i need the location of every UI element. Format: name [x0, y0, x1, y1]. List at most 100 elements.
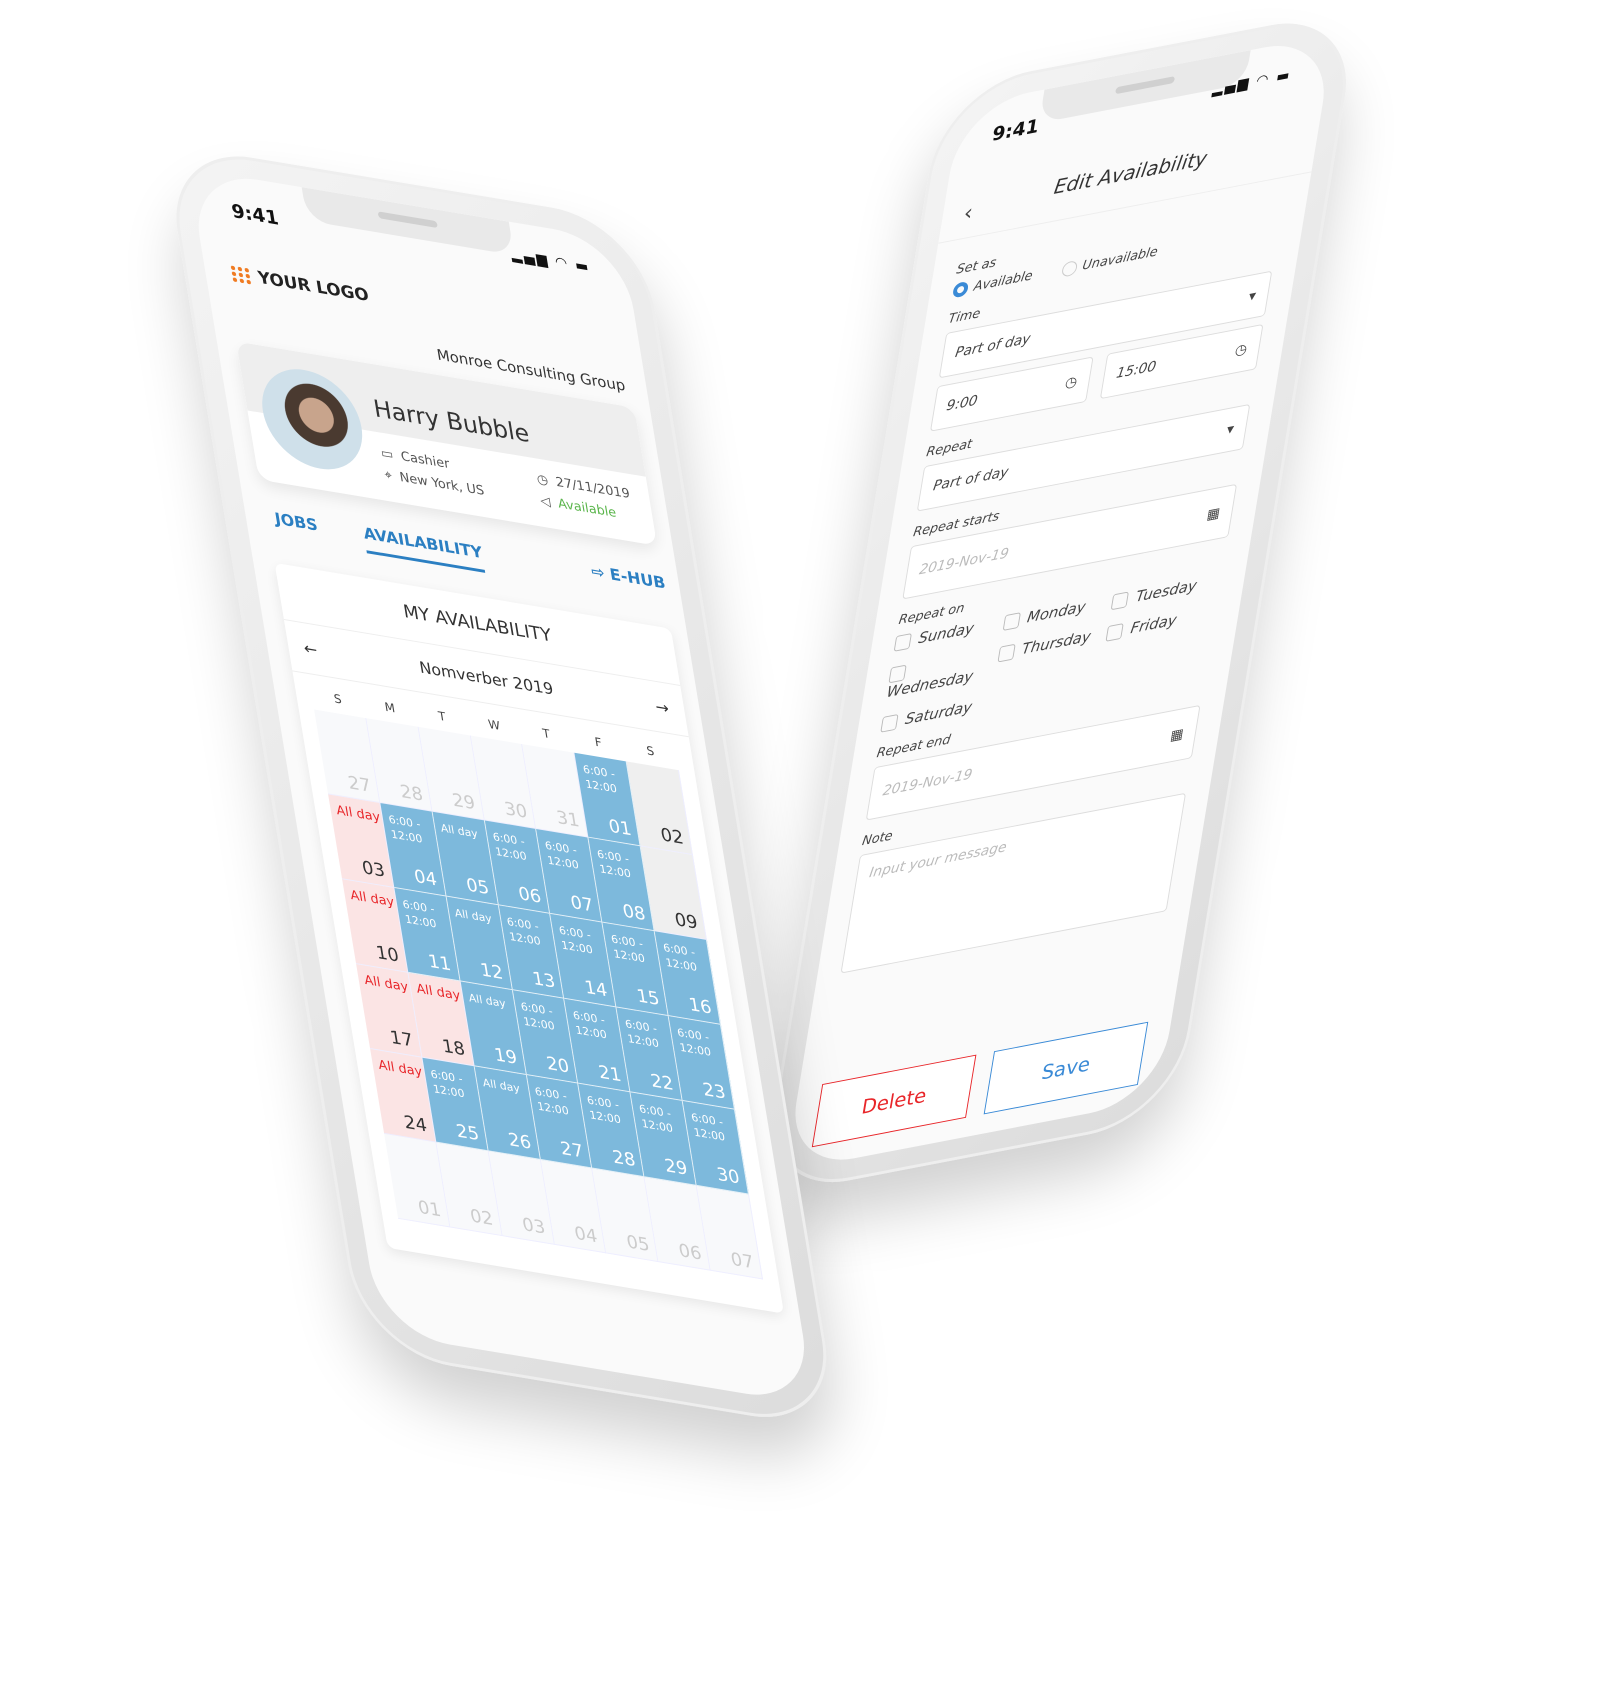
day-availability-label: 6:00 - 12:00	[387, 812, 424, 846]
input-value: 15:00	[1115, 358, 1158, 382]
tab-e-hub[interactable]: ⇨ E-HUB	[590, 561, 667, 592]
day-availability-label: All day	[377, 1057, 424, 1080]
day-number: 03	[520, 1214, 547, 1239]
role-text: Cashier	[399, 449, 451, 473]
day-availability-label: 6:00 - 12:00	[571, 1008, 608, 1042]
location-text: New York, US	[398, 470, 486, 499]
status-text: Available	[557, 496, 618, 521]
calendar-icon: ▦	[1169, 726, 1185, 745]
weekday-label: T	[437, 708, 447, 724]
signal-wifi-battery-icon: ▂▄▆ ◠ ▬	[509, 246, 592, 276]
day-availability-label: All day	[439, 821, 479, 841]
day-number: 17	[388, 1027, 415, 1052]
day-availability-label: 6:00 - 12:00	[533, 1084, 570, 1118]
day-number: 01	[607, 815, 634, 841]
day-number: 02	[659, 824, 686, 849]
screen: 9:41 ▂▄▆ ◠ ▬ ‹ Edit Availability Set as A…	[784, 34, 1335, 1172]
screen: 9:41 ▂▄▆ ◠ ▬ YOUR LOGO Monroe Consulting …	[188, 168, 815, 1406]
day-number: 27	[558, 1138, 585, 1163]
day-number: 05	[464, 874, 491, 900]
day-number: 29	[450, 789, 477, 815]
clock-icon: ◷	[535, 471, 550, 489]
select-value: Part of day	[953, 331, 1032, 362]
tab-availability[interactable]: AVAILABILITY	[362, 523, 486, 573]
day-number: 07	[568, 892, 595, 917]
day-number: 31	[554, 807, 581, 832]
day-number: 23	[701, 1079, 728, 1104]
checkbox-label: Friday	[1129, 610, 1178, 638]
checkbox-icon	[880, 713, 899, 733]
weekday-label: S	[645, 743, 656, 759]
availability-card: MY AVAILABILITY ← Nomverber 2019 → SMTWT…	[274, 562, 785, 1314]
day-number: 28	[611, 1146, 638, 1172]
day-number: 10	[374, 942, 401, 967]
weekday-label: S	[332, 691, 343, 707]
day-number: 02	[468, 1205, 495, 1231]
month-label: Nomverber 2019	[417, 657, 555, 699]
input-value: 9:00	[945, 392, 979, 415]
day-number: 20	[544, 1053, 571, 1078]
day-number: 04	[572, 1222, 599, 1248]
day-availability-label: 6:00 - 12:00	[610, 932, 646, 966]
day-number: 25	[454, 1120, 481, 1146]
megaphone-icon: ◁	[539, 493, 552, 510]
day-availability-label: All day	[415, 981, 462, 1004]
status-time: 9:41	[229, 200, 281, 230]
day-number: 27	[346, 772, 373, 797]
day-availability-label: All day	[363, 973, 410, 996]
weekday-checkbox[interactable]: Thursday	[994, 624, 1109, 680]
calendar-grid: 27 28 29 30 31 6:00 - 12:00 01 02 All day 03 6:00 …	[314, 709, 764, 1280]
day-availability-label: 6:00 - 12:00	[505, 915, 542, 948]
day-number: 26	[506, 1129, 533, 1154]
checkbox-label: Sunday	[917, 618, 976, 648]
checkbox-label: Thursday	[1020, 627, 1093, 659]
checkbox-icon	[1111, 590, 1130, 610]
day-number: 14	[583, 976, 610, 1002]
day-number: 22	[649, 1070, 676, 1095]
day-availability-label: 6:00 - 12:00	[662, 941, 699, 974]
day-availability-label: All day	[453, 906, 493, 926]
weekday-checkbox[interactable]: Friday	[1103, 603, 1218, 659]
day-availability-label: 6:00 - 12:00	[401, 897, 438, 931]
day-number: 12	[478, 959, 505, 985]
prev-month-arrow-icon[interactable]: ←	[302, 638, 318, 659]
day-availability-label: 6:00 - 12:00	[429, 1067, 466, 1101]
day-number: 29	[663, 1155, 690, 1180]
day-availability-label: 6:00 - 12:00	[519, 1000, 556, 1033]
day-availability-label: All day	[467, 991, 507, 1011]
next-month-arrow-icon[interactable]: →	[654, 697, 670, 718]
day-number: 19	[492, 1044, 519, 1069]
tab-label: E-HUB	[608, 564, 667, 593]
day-number: 28	[398, 781, 425, 806]
input-placeholder: 2019-Nov-19	[918, 545, 1010, 579]
day-number: 05	[625, 1231, 652, 1257]
select-value: Part of day	[931, 464, 1010, 495]
checkbox-label: Saturday	[903, 697, 974, 729]
day-number: 15	[635, 985, 662, 1011]
tab-jobs[interactable]: JOBS	[273, 509, 319, 535]
day-number: 30	[502, 798, 529, 823]
day-number: 21	[597, 1061, 624, 1087]
weekday-label: W	[487, 717, 502, 733]
action-buttons: Delete Save	[811, 1021, 1149, 1148]
location-pin-icon: ⌖	[383, 467, 394, 484]
checkbox-icon	[997, 643, 1016, 663]
checkbox-label: Monday	[1025, 597, 1087, 627]
logo: YOUR LOGO	[229, 263, 370, 306]
day-availability-label: 6:00 - 12:00	[586, 1093, 622, 1127]
checkbox-icon	[1105, 622, 1125, 642]
day-number: 30	[715, 1164, 742, 1189]
checkbox-icon	[893, 632, 913, 652]
input-placeholder: 2019-Nov-19	[881, 766, 974, 800]
day-availability-label: 6:00 - 12:00	[557, 923, 594, 957]
day-number: 08	[621, 900, 648, 926]
day-number: 09	[673, 909, 700, 934]
day-availability-label: 6:00 - 12:00	[491, 830, 528, 864]
availability-phone: 9:41 ▂▄▆ ◠ ▬ YOUR LOGO Monroe Consulting …	[163, 143, 840, 1431]
briefcase-icon: ▭	[379, 445, 395, 463]
save-button[interactable]: Save	[983, 1021, 1149, 1115]
day-availability-label: All day	[481, 1076, 521, 1096]
weekday-checkbox[interactable]: Wednesday	[885, 645, 1000, 701]
delete-button[interactable]: Delete	[811, 1054, 977, 1148]
day-number: 24	[402, 1112, 429, 1137]
